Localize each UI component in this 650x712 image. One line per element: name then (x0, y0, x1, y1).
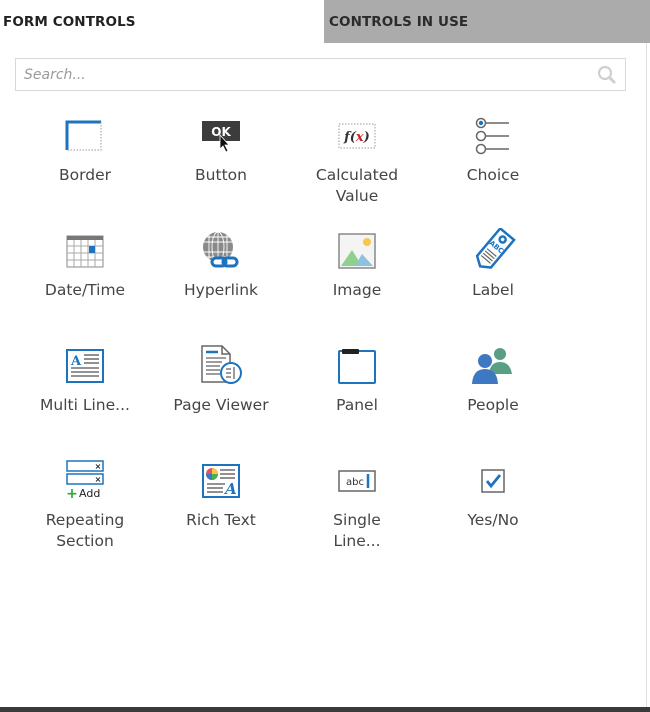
control-calculated-value[interactable]: f(x) Calculated Value (289, 112, 425, 207)
search-input[interactable] (24, 65, 584, 85)
svg-text:Add: Add (79, 487, 100, 500)
control-label-field[interactable]: ABC Label (425, 227, 561, 301)
control-hyperlink[interactable]: Hyperlink (153, 227, 289, 301)
formula-icon: f(x) (338, 123, 376, 149)
control-label: Border (59, 166, 111, 184)
rich-text-icon: A (202, 464, 240, 498)
svg-text:+: + (66, 486, 78, 502)
control-border[interactable]: Border (17, 112, 153, 186)
control-label: Hyperlink (184, 281, 258, 299)
control-panel[interactable]: Panel (289, 342, 425, 416)
control-label: Page Viewer (173, 396, 269, 414)
control-label: Repeating Section (45, 511, 125, 550)
control-button[interactable]: OK Button (153, 112, 289, 186)
tab-bar: FORM CONTROLS CONTROLS IN USE (0, 0, 650, 43)
control-label: Image (332, 281, 382, 299)
control-label: Rich Text (186, 511, 256, 529)
control-label: Choice (466, 166, 520, 184)
image-icon (338, 233, 376, 269)
svg-text:A: A (70, 354, 82, 369)
control-label: Multi Line... (40, 396, 130, 414)
control-label: Panel (336, 396, 378, 414)
control-rich-text[interactable]: A Rich Text (153, 457, 289, 531)
control-page-viewer[interactable]: Page Viewer (153, 342, 289, 416)
tag-icon: ABC (475, 228, 516, 269)
control-label: People (467, 396, 519, 414)
svg-text:abc: abc (346, 477, 364, 488)
multiline-text-icon: A (66, 349, 104, 383)
control-label: Yes/No (467, 511, 519, 529)
svg-text:×: × (95, 462, 102, 471)
checkbox-icon (481, 469, 505, 493)
panel-divider (646, 43, 647, 708)
bottom-border (0, 707, 650, 712)
control-people[interactable]: People (425, 342, 561, 416)
svg-text:A: A (223, 480, 237, 498)
tab-form-controls[interactable]: FORM CONTROLS (0, 0, 324, 43)
control-image[interactable]: Image (289, 227, 425, 301)
control-label: Date/Time (44, 281, 126, 299)
control-choice[interactable]: Choice (425, 112, 561, 186)
control-label: Label (472, 281, 514, 299)
panel-icon (338, 349, 376, 384)
radio-list-icon (475, 117, 509, 155)
page-viewer-icon (201, 345, 242, 384)
control-label: Calculated Value (315, 166, 399, 205)
search-icon[interactable] (597, 65, 617, 85)
control-single-line[interactable]: abc Single Line... (289, 457, 425, 552)
control-date-time[interactable]: Date/Time (17, 227, 153, 301)
single-line-text-icon: abc (338, 470, 376, 492)
control-multi-line[interactable]: A Multi Line... (17, 342, 153, 416)
control-repeating-section[interactable]: × × + Add Repeating Section (17, 457, 153, 552)
control-label: Button (195, 166, 247, 184)
people-icon (472, 348, 512, 384)
tab-controls-in-use[interactable]: CONTROLS IN USE (324, 0, 650, 43)
svg-text:f(x): f(x) (343, 130, 370, 145)
svg-text:×: × (95, 475, 102, 484)
repeating-section-icon: × × + Add (66, 460, 104, 502)
button-ok-icon: OK (202, 121, 240, 153)
calendar-icon (66, 235, 104, 268)
border-icon (65, 120, 102, 151)
globe-link-icon (203, 231, 239, 268)
search-box (15, 58, 626, 91)
control-label: Single Line... (333, 511, 381, 550)
control-yes-no[interactable]: Yes/No (425, 457, 561, 531)
